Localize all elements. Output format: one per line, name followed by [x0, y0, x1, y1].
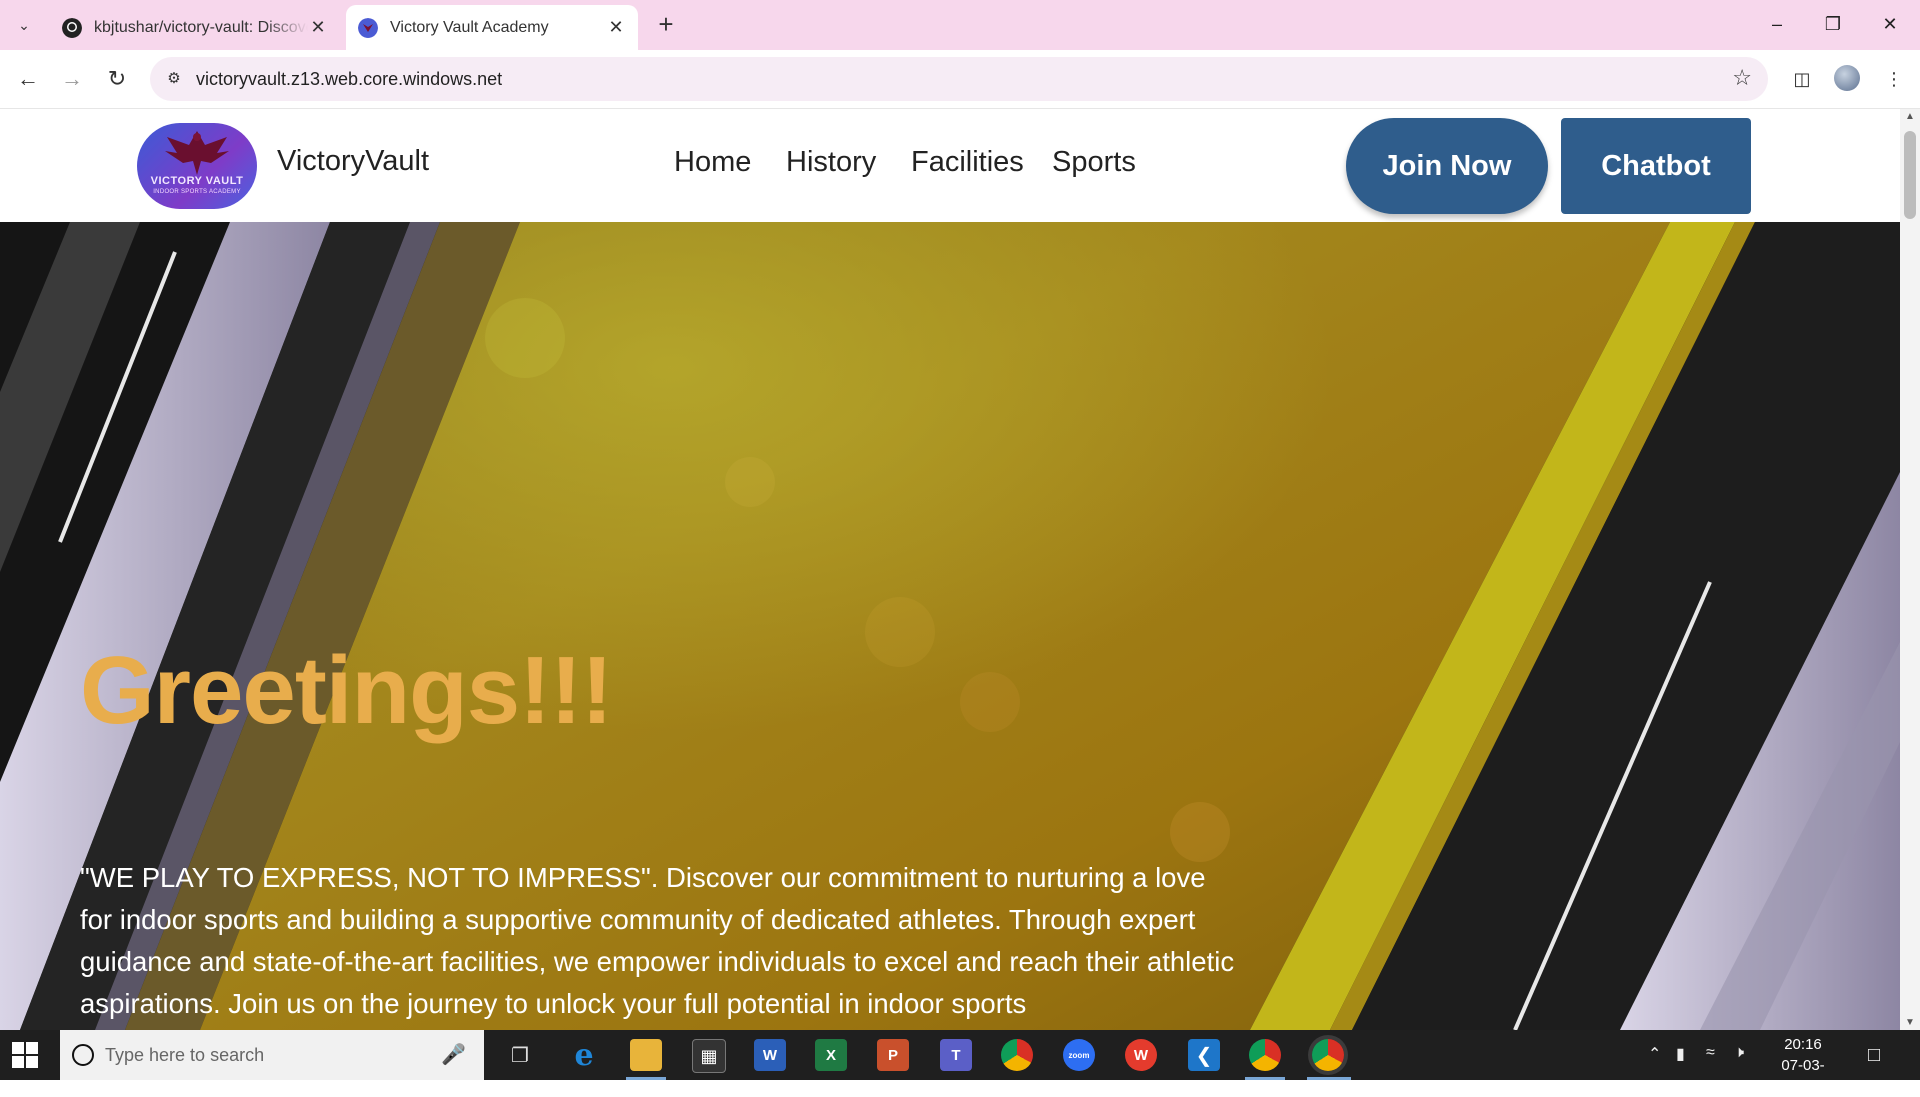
wifi-icon[interactable]: ≈: [1706, 1044, 1715, 1062]
hero-description: "WE PLAY TO EXPRESS, NOT TO IMPRESS". Di…: [80, 862, 1235, 1019]
tray-chevron-icon[interactable]: ⌃: [1648, 1044, 1661, 1064]
close-icon[interactable]: ✕: [606, 17, 626, 38]
scrollbar-thumb[interactable]: [1904, 131, 1916, 219]
clock-date: 07-03-2024: [1781, 1057, 1825, 1095]
hero-section: Greetings!!! "WE PLAY TO EXPRESS, NOT TO…: [0, 222, 1900, 1030]
edge-icon[interactable]: e: [568, 1038, 600, 1073]
teams-icon[interactable]: T: [940, 1039, 972, 1071]
volume-muted-icon[interactable]: 🕨: [1734, 1044, 1744, 1062]
file-explorer-icon[interactable]: [630, 1039, 662, 1071]
scroll-up-arrow-icon[interactable]: ▲: [1900, 111, 1920, 122]
search-placeholder: Type here to search: [105, 1045, 265, 1065]
chrome-active-icon[interactable]: [1312, 1039, 1344, 1071]
logo-subtitle: INDOOR SPORTS ACADEMY: [153, 189, 241, 195]
word-icon[interactable]: W: [754, 1039, 786, 1071]
brand-name[interactable]: VictoryVault: [277, 145, 429, 178]
windows-start-icon[interactable]: [12, 1042, 38, 1068]
tab-title: kbjtushar/victory-vault: Discove: [94, 18, 308, 36]
back-arrow-icon[interactable]: ←: [12, 63, 44, 95]
tab-victory-vault[interactable]: Victory Vault Academy ✕: [346, 5, 638, 50]
reload-icon[interactable]: ↻: [101, 63, 133, 95]
powerpoint-icon[interactable]: P: [877, 1039, 909, 1071]
wps-office-icon[interactable]: W: [1125, 1039, 1157, 1071]
join-now-button[interactable]: Join Now: [1346, 118, 1548, 214]
nav-sports[interactable]: Sports: [1052, 146, 1136, 179]
site-header: VICTORY VAULT INDOOR SPORTS ACADEMY Vict…: [0, 109, 1900, 222]
github-icon: [62, 17, 82, 38]
battery-icon[interactable]: ▮: [1676, 1044, 1685, 1064]
browser-tab-strip: ⌄ kbjtushar/victory-vault: Discove ✕ Vic…: [0, 0, 1920, 50]
chrome-profile-icon[interactable]: [1249, 1039, 1281, 1071]
new-tab-plus-icon[interactable]: +: [651, 10, 681, 40]
page-scrollbar[interactable]: ▲ ▼: [1900, 109, 1920, 1030]
chatbot-button[interactable]: Chatbot: [1561, 118, 1751, 214]
nav-home[interactable]: Home: [674, 146, 751, 179]
nav-facilities[interactable]: Facilities: [911, 146, 1024, 179]
tab-github[interactable]: kbjtushar/victory-vault: Discove ✕: [50, 5, 340, 50]
url-text[interactable]: victoryvault.z13.web.core.windows.net: [196, 69, 502, 90]
taskbar-search[interactable]: Type here to search 🎤: [60, 1030, 484, 1080]
eagle-icon: [165, 131, 229, 175]
menu-dots-icon[interactable]: ⋮: [1881, 66, 1907, 92]
scroll-down-arrow-icon[interactable]: ▼: [1900, 1017, 1920, 1028]
microphone-icon[interactable]: 🎤: [441, 1042, 466, 1067]
zoom-icon[interactable]: zoom: [1063, 1039, 1095, 1071]
profile-avatar[interactable]: [1834, 65, 1860, 91]
task-view-icon[interactable]: ❐: [504, 1039, 536, 1071]
clock-time: 20:16: [1784, 1036, 1822, 1053]
notifications-icon[interactable]: □: [1868, 1044, 1880, 1067]
windows-taskbar: Type here to search 🎤 ❐ e ▦ W X P T zoom…: [0, 1030, 1920, 1095]
window-close-icon[interactable]: ✕: [1870, 8, 1910, 40]
search-icon: [72, 1044, 94, 1066]
address-bar[interactable]: ⚙ victoryvault.z13.web.core.windows.net …: [150, 57, 1768, 101]
bookmark-star-icon[interactable]: ☆: [1732, 65, 1752, 91]
nav-history[interactable]: History: [786, 146, 876, 179]
forward-arrow-icon[interactable]: →: [56, 63, 88, 95]
web-page: VICTORY VAULT INDOOR SPORTS ACADEMY Vict…: [0, 109, 1900, 1030]
close-icon[interactable]: ✕: [308, 17, 328, 38]
academy-logo[interactable]: VICTORY VAULT INDOOR SPORTS ACADEMY: [137, 123, 257, 209]
system-clock[interactable]: 20:16 07-03-2024: [1768, 1034, 1838, 1097]
browser-toolbar: ← → ↻ ⚙ victoryvault.z13.web.core.window…: [0, 50, 1920, 109]
chrome-icon[interactable]: [1001, 1039, 1033, 1071]
restore-icon[interactable]: ❐: [1813, 8, 1853, 40]
vscode-icon[interactable]: ❮: [1188, 1039, 1220, 1071]
tab-title: Victory Vault Academy: [390, 18, 549, 36]
victory-vault-favicon-icon: [358, 17, 378, 38]
site-info-icon[interactable]: ⚙: [162, 67, 186, 91]
hero-title: Greetings!!!: [80, 637, 613, 744]
excel-icon[interactable]: X: [815, 1039, 847, 1071]
microsoft-store-icon[interactable]: ▦: [692, 1039, 726, 1073]
side-panel-icon[interactable]: ◫: [1789, 66, 1815, 92]
logo-title: VICTORY VAULT: [150, 175, 244, 187]
minimize-icon[interactable]: –: [1757, 8, 1797, 40]
tab-search-chevron-icon[interactable]: ⌄: [10, 11, 38, 39]
